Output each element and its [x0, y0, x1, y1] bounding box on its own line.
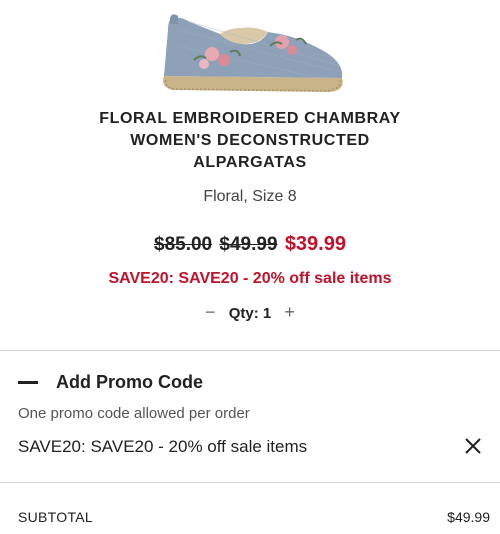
sale-price: $49.99	[219, 234, 278, 255]
product-title-line: ALPARGATAS	[193, 154, 307, 171]
quantity-decrement-button[interactable]: −	[196, 302, 225, 323]
quantity-label: Qty: 1	[228, 305, 272, 322]
quantity-stepper: − Qty: 1 +	[0, 302, 500, 323]
product-title[interactable]: FLORAL EMBROIDERED CHAMBRAY WOMEN'S DECO…	[0, 108, 500, 174]
promo-note: One promo code allowed per order	[18, 405, 250, 422]
subtotal-value: $49.99	[447, 509, 490, 525]
minus-icon	[18, 381, 38, 384]
product-title-line: FLORAL EMBROIDERED CHAMBRAY	[99, 110, 401, 127]
original-price: $85.00	[154, 234, 213, 255]
product-variant: Floral, Size 8	[203, 188, 297, 205]
promo-title: Add Promo Code	[56, 372, 203, 392]
applied-promo-code: SAVE20: SAVE20 - 20% off sale items	[18, 437, 308, 456]
promo-toggle[interactable]: Add Promo Code	[18, 372, 203, 393]
divider	[0, 350, 500, 351]
quantity-increment-button[interactable]: +	[275, 302, 304, 323]
close-icon[interactable]	[463, 436, 483, 456]
final-price: $39.99	[284, 233, 346, 255]
subtotal-label: SUBTOTAL	[18, 509, 94, 525]
discount-text: SAVE20: SAVE20 - 20% off sale items	[108, 270, 392, 287]
product-title-line: WOMEN'S DECONSTRUCTED	[130, 132, 370, 149]
product-image[interactable]	[150, 10, 350, 105]
price-row: $85.00 $49.99 $39.99	[0, 233, 500, 256]
divider	[0, 482, 500, 483]
